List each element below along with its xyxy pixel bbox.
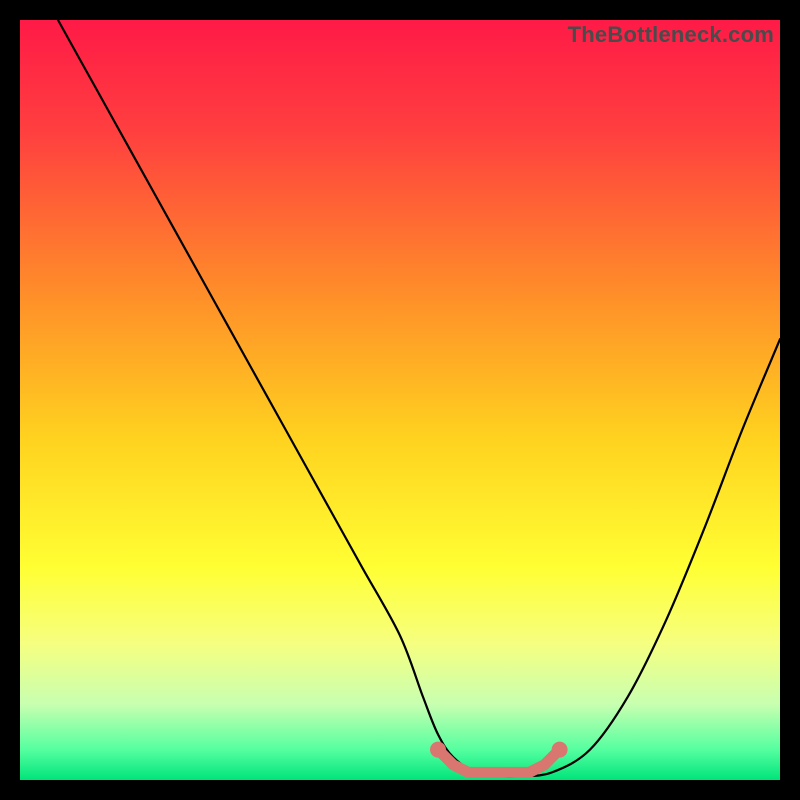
chart-frame: TheBottleneck.com xyxy=(20,20,780,780)
optimal-range-line xyxy=(438,750,560,773)
watermark-text: TheBottleneck.com xyxy=(568,22,774,48)
optimal-range-markers xyxy=(430,742,568,773)
range-endpoint-marker xyxy=(552,742,568,758)
bottleneck-curve xyxy=(58,20,780,777)
chart-plot xyxy=(20,20,780,780)
range-endpoint-marker xyxy=(430,742,446,758)
